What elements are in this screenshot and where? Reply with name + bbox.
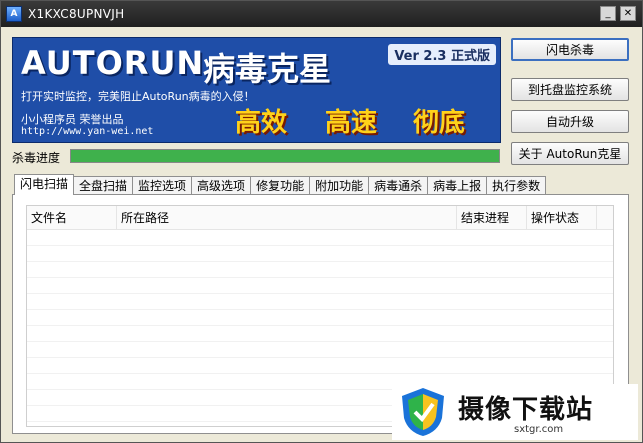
banner-title: 病毒克星 xyxy=(203,50,332,88)
banner-slogan: 打开实时监控，完美阻止AutoRun病毒的入侵！ xyxy=(21,90,255,103)
scan-progress-bar xyxy=(70,149,500,163)
list-row-line xyxy=(27,246,613,262)
list-row-line xyxy=(27,326,613,342)
auto-upgrade-button[interactable]: 自动升级 xyxy=(511,110,629,133)
tab-0[interactable]: 闪电扫描 xyxy=(14,174,75,195)
tab-5[interactable]: 附加功能 xyxy=(309,176,370,195)
list-row-line xyxy=(27,358,613,374)
app-icon: A xyxy=(6,6,22,22)
list-row-line xyxy=(27,310,613,326)
column-header-2[interactable]: 结束进程 xyxy=(457,206,527,230)
shield-logo-icon xyxy=(402,388,444,436)
progress-label: 杀毒进度 xyxy=(12,151,61,165)
close-icon[interactable]: ✕ xyxy=(620,6,636,21)
title-bar[interactable]: A X1KXC8UPNVJH _ ✕ xyxy=(1,1,642,27)
banner-author: 小小程序员 荣誉出品 xyxy=(21,113,124,126)
tab-7[interactable]: 病毒上报 xyxy=(427,176,488,195)
watermark-title: 摄像下载站 xyxy=(458,395,594,425)
main-window: A X1KXC8UPNVJH _ ✕ AUTORUN 病毒克星 Ver 2.3 … xyxy=(0,0,643,443)
list-row-line xyxy=(27,262,613,278)
list-row-line xyxy=(27,230,613,246)
column-header-0[interactable]: 文件名 xyxy=(27,206,117,230)
banner-logo: AUTORUN xyxy=(21,44,205,82)
watermark: 摄像下载站 sxtgr.com xyxy=(392,384,638,440)
list-row-line xyxy=(27,342,613,358)
column-header-3[interactable]: 操作状态 xyxy=(527,206,597,230)
tray-monitor-button[interactable]: 到托盘监控系统 xyxy=(511,78,629,101)
column-header-1[interactable]: 所在路径 xyxy=(117,206,457,230)
keyword-fast: 高速 xyxy=(325,108,378,138)
minimize-icon[interactable]: _ xyxy=(600,6,616,21)
title-bar-buttons: _ ✕ xyxy=(600,6,636,21)
list-row-line xyxy=(27,294,613,310)
scan-button[interactable]: 闪电杀毒 xyxy=(511,38,629,61)
tab-3[interactable]: 高级选项 xyxy=(191,176,252,195)
tab-2[interactable]: 监控选项 xyxy=(132,176,193,195)
tab-8[interactable]: 执行参数 xyxy=(486,176,547,195)
about-button[interactable]: 关于 AutoRun克星 xyxy=(511,142,629,165)
banner: AUTORUN 病毒克星 Ver 2.3 正式版 打开实时监控，完美阻止Auto… xyxy=(12,37,501,143)
watermark-text: 摄像下载站 sxtgr.com xyxy=(458,389,593,435)
version-badge: Ver 2.3 正式版 xyxy=(388,44,496,65)
tab-strip: 闪电扫描 全盘扫描 监控选项 高级选项 修复功能 附加功能 病毒通杀 病毒上报 执行参数 xyxy=(14,174,547,195)
banner-website: http://www.yan-wei.net xyxy=(21,126,154,137)
keyword-efficient: 高效 xyxy=(235,108,288,138)
keyword-thorough: 彻底 xyxy=(413,108,466,138)
list-header: 文件名 所在路径 结束进程 操作状态 xyxy=(27,206,613,230)
tab-1[interactable]: 全盘扫描 xyxy=(73,176,134,195)
tab-6[interactable]: 病毒通杀 xyxy=(368,176,429,195)
list-row-line xyxy=(27,278,613,294)
tab-4[interactable]: 修复功能 xyxy=(250,176,311,195)
progress-fill xyxy=(71,150,499,162)
window-title: X1KXC8UPNVJH xyxy=(28,7,125,21)
